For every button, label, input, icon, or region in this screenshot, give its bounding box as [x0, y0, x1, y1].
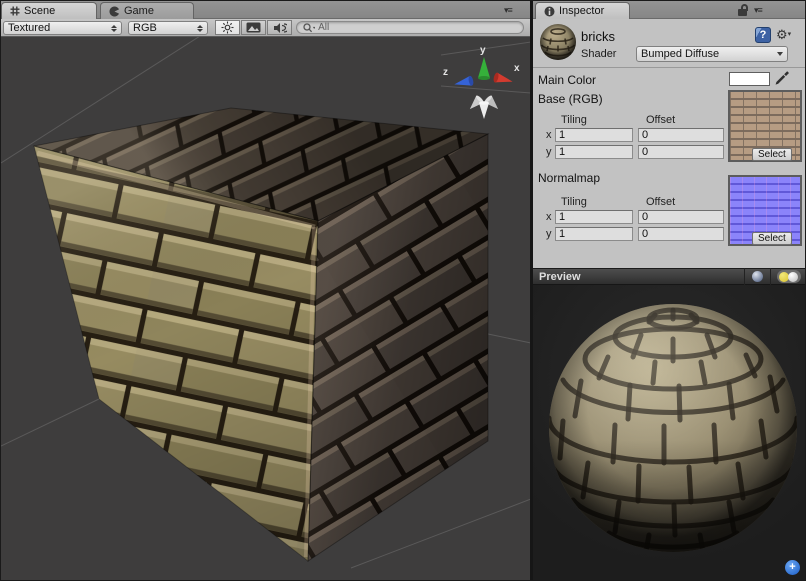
- normalmap-y-offset-input[interactable]: [638, 227, 724, 241]
- image-icon: [246, 22, 261, 33]
- help-icon[interactable]: ?: [755, 27, 771, 43]
- search-icon: [303, 23, 315, 33]
- scene-panel: Scene Game ▾≡ Textured RGB: [1, 1, 531, 581]
- base-section-label: Base (RGB): [538, 92, 603, 106]
- scene-search-input[interactable]: [318, 22, 517, 33]
- tab-inspector[interactable]: Inspector: [535, 2, 630, 19]
- draw-mode-value: Textured: [8, 22, 107, 34]
- shader-value: Bumped Diffuse: [641, 48, 773, 60]
- main-color-swatch[interactable]: [729, 72, 770, 86]
- render-mode-dropdown[interactable]: RGB: [128, 21, 208, 35]
- scene-tabbar: Scene Game ▾≡: [1, 1, 531, 19]
- main-color-label: Main Color: [538, 73, 596, 87]
- base-x-offset-input[interactable]: [638, 128, 724, 142]
- gizmo-y-label: y: [480, 45, 486, 56]
- gear-arrow-icon: ▾: [788, 31, 792, 38]
- base-x-label: x: [546, 129, 552, 141]
- gear-icon[interactable]: ⚙▾: [776, 28, 791, 42]
- dropdown-arrow-icon: [777, 52, 783, 56]
- render-mode-value: RGB: [133, 22, 193, 34]
- gizmo-x-label: x: [514, 63, 520, 74]
- updown-arrows-icon: [197, 25, 203, 32]
- base-y-label: y: [546, 146, 552, 158]
- gizmo-z-label: z: [443, 67, 448, 78]
- preview-header[interactable]: Preview: [533, 268, 806, 285]
- preview-lighting-button[interactable]: [771, 270, 806, 283]
- eyedropper-icon[interactable]: [774, 70, 790, 86]
- two-lights-icon: [777, 270, 801, 283]
- updown-arrows-icon: [111, 25, 117, 32]
- base-select-button[interactable]: Select: [752, 148, 792, 161]
- shader-label: Shader: [581, 48, 616, 60]
- inspector-tabbar: Inspector ▾≡: [533, 1, 806, 19]
- scene-toolbar: Textured RGB: [1, 19, 531, 37]
- shader-dropdown[interactable]: Bumped Diffuse: [636, 46, 788, 62]
- inspector-panel-menu-icon[interactable]: ▾≡: [754, 5, 762, 15]
- base-x-tiling-input[interactable]: [555, 128, 633, 142]
- normalmap-offset-header: Offset: [646, 196, 675, 208]
- tab-inspector-label: Inspector: [559, 5, 604, 17]
- base-y-tiling-input[interactable]: [555, 145, 633, 159]
- preview-title: Preview: [539, 271, 744, 283]
- lighting-toggle-button[interactable]: [215, 20, 240, 35]
- sphere-icon: [751, 270, 764, 283]
- info-icon: [544, 6, 555, 17]
- tab-scene[interactable]: Scene: [1, 2, 97, 19]
- scene-viewport[interactable]: y x z: [1, 37, 531, 581]
- header-separator: [533, 67, 806, 68]
- scene-search-field[interactable]: [296, 21, 524, 34]
- normalmap-x-tiling-input[interactable]: [555, 210, 633, 224]
- speaker-icon: [273, 22, 287, 34]
- inspector-panel: Inspector ▾≡ bricks Shader Bumpe: [533, 1, 806, 581]
- normalmap-section-label: Normalmap: [538, 171, 600, 185]
- sun-icon: [221, 21, 234, 34]
- scene-panel-menu-icon[interactable]: ▾≡: [504, 5, 512, 15]
- base-tiling-header: Tiling: [561, 114, 587, 126]
- unity-editor-window: { "scene": { "tabs": [ {"label": "Scene"…: [0, 0, 806, 581]
- material-preview-thumbnail: [539, 23, 577, 61]
- normalmap-y-tiling-input[interactable]: [555, 227, 633, 241]
- preview-sphere: [533, 285, 806, 581]
- base-offset-header: Offset: [646, 114, 675, 126]
- draw-mode-dropdown[interactable]: Textured: [3, 21, 122, 35]
- preview-shape-button[interactable]: [745, 270, 770, 283]
- normalmap-tiling-header: Tiling: [561, 196, 587, 208]
- normalmap-x-offset-input[interactable]: [638, 210, 724, 224]
- game-icon: [109, 6, 120, 17]
- skybox-toggle-button[interactable]: [241, 20, 266, 35]
- tab-game[interactable]: Game: [100, 2, 194, 19]
- tab-game-label: Game: [124, 5, 154, 17]
- preview-add-button[interactable]: +: [785, 560, 800, 575]
- grid-icon: [10, 6, 20, 16]
- normalmap-select-button[interactable]: Select: [752, 232, 792, 245]
- preview-area[interactable]: [533, 285, 806, 581]
- lock-icon[interactable]: [738, 4, 749, 16]
- tab-scene-label: Scene: [24, 5, 55, 17]
- normalmap-x-label: x: [546, 211, 552, 223]
- normalmap-y-label: y: [546, 228, 552, 240]
- base-y-offset-input[interactable]: [638, 145, 724, 159]
- audio-toggle-button[interactable]: [267, 20, 292, 35]
- material-name: bricks: [581, 29, 615, 44]
